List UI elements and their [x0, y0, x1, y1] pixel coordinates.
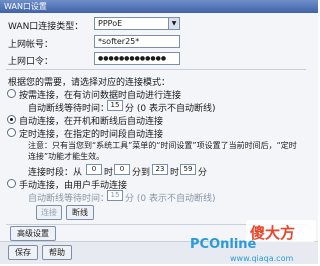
manual-idle-suffix: 分 (0 表示不自动断线) [125, 194, 216, 204]
on-demand-idle-value: 15 [110, 101, 120, 109]
conn-type-label: WAN口连接类型： [8, 22, 84, 32]
password-label: 上网口令： [8, 57, 54, 67]
password-input[interactable]: ●●●●●●●●●●●●● [94, 52, 180, 65]
timed-hour-unit-1: 时 [104, 168, 114, 178]
account-value: *softer25* [98, 37, 140, 46]
manual-idle-value: 15 [110, 191, 120, 199]
divider [6, 69, 306, 70]
radio-timed[interactable] [7, 128, 16, 137]
timed-from-minute: 0 [119, 165, 125, 173]
timed-to-minute: 59 [183, 165, 193, 173]
timed-hour-unit-2: 时 [170, 168, 180, 178]
window-title: WAN口设置 [4, 2, 47, 11]
timed-note-line1: 注意：只有当您到“系统工具”菜单的“时间设置”项设置了当前时间后，“定时 [28, 141, 297, 150]
timed-to-minute-input[interactable]: 59 [180, 164, 196, 175]
watermark-chinese: 傻大方 [250, 224, 295, 242]
connect-label: 连接 [41, 208, 57, 217]
disconnect-button[interactable]: 断线 [66, 205, 94, 220]
timed-minute-unit-1: 分到 [132, 168, 151, 178]
timed-label: 定时连接，在指定的时间段自动连接 [19, 130, 164, 140]
window-titlebar: WAN口设置 [0, 0, 318, 13]
advanced-label: 高级设置 [17, 229, 49, 238]
on-demand-idle-suffix: 分 (0 表示不自动断线) [125, 104, 216, 114]
password-mask: ●●●●●●●●●●●●● [98, 55, 167, 62]
timed-from-hour-input[interactable]: 0 [86, 164, 102, 175]
on-demand-idle-input[interactable]: 15 [107, 100, 123, 111]
watermark-logo: PCOnline 傻大方 www.qiaqa.com [190, 220, 316, 263]
chevron-down-icon: ▼ [168, 18, 179, 29]
disconnect-label: 断线 [72, 208, 88, 217]
auto-label: 自动连接，在开机和断线后自动连接 [19, 117, 164, 127]
radio-auto[interactable] [7, 115, 16, 124]
manual-idle-prefix: 自动断线等待时间： [28, 194, 110, 204]
timed-note-line2: 连接”功能才能生效。 [28, 152, 105, 161]
save-button[interactable]: 保存 [8, 245, 38, 260]
advanced-button[interactable]: 高级设置 [10, 226, 56, 241]
on-demand-label: 按需连接，在有访问数据时自动进行连接 [19, 91, 182, 101]
timed-minute-unit-2: 分 [198, 168, 208, 178]
help-button[interactable]: 帮助 [42, 245, 72, 260]
help-label: 帮助 [49, 248, 65, 257]
timed-range-prefix: 连接时段：从 [28, 168, 83, 178]
watermark-url: www.qiaqa.com [230, 254, 293, 263]
timed-to-hour: 23 [155, 165, 165, 173]
account-label: 上网帐号： [8, 40, 54, 50]
timed-from-minute-input[interactable]: 0 [114, 164, 130, 175]
radio-on-demand[interactable] [7, 89, 16, 98]
conn-type-value: PPPoE [98, 19, 123, 28]
account-input[interactable]: *softer25* [94, 35, 180, 48]
timed-from-hour: 0 [91, 165, 97, 173]
radio-manual[interactable] [7, 179, 16, 188]
watermark: PCOnline 傻大方 www.qiaqa.com [188, 218, 318, 263]
save-label: 保存 [15, 248, 31, 257]
on-demand-idle-prefix: 自动断线等待时间： [28, 104, 110, 114]
conn-type-select[interactable]: PPPoE ▼ [94, 17, 180, 30]
connect-button[interactable]: 连接 [36, 205, 62, 220]
mode-prompt: 根据您的需要，请选择对应的连接模式： [8, 78, 171, 88]
manual-idle-input[interactable]: 15 [107, 190, 123, 201]
watermark-logo-text: PCOnline [190, 237, 257, 252]
timed-to-hour-input[interactable]: 23 [152, 164, 168, 175]
